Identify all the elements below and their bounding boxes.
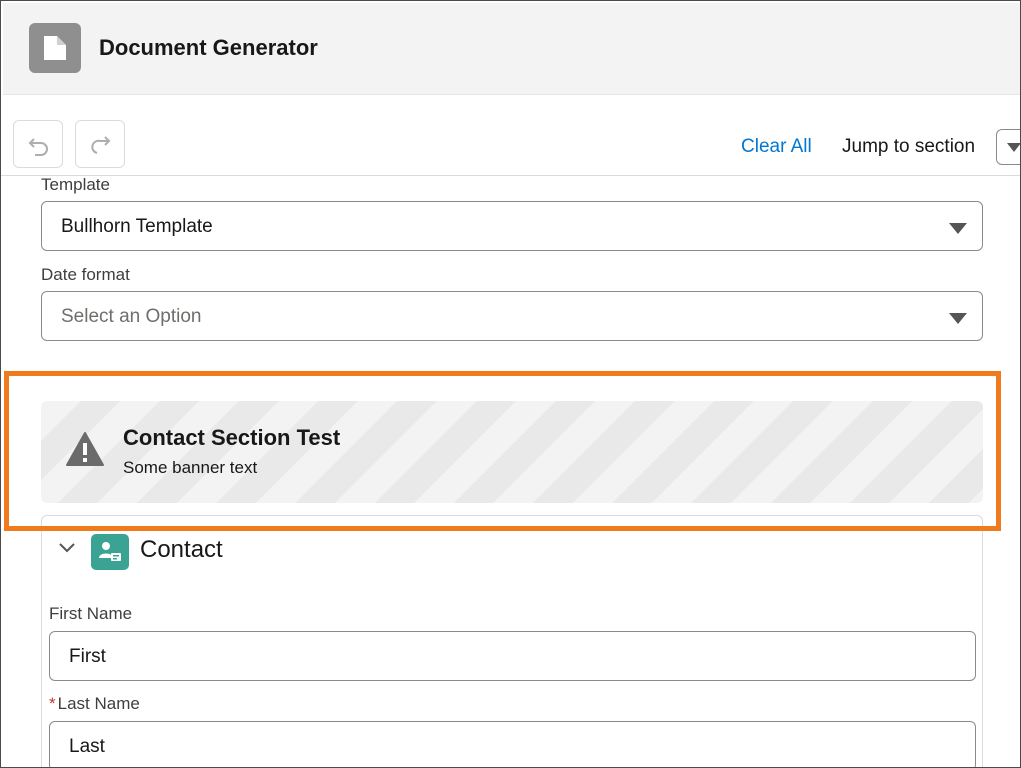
first-name-value: First <box>69 646 106 667</box>
chevron-down-icon[interactable] <box>57 538 77 558</box>
contact-section-card: Contact First Name First * Last Name Last <box>41 515 983 767</box>
jump-to-section-select[interactable] <box>996 129 1020 165</box>
date-format-select[interactable]: Select an Option <box>41 291 983 341</box>
caret-down-icon <box>1007 143 1020 152</box>
caret-down-icon <box>949 223 967 234</box>
document-icon <box>29 23 81 73</box>
date-format-label: Date format <box>41 265 130 284</box>
template-label: Template <box>41 175 110 194</box>
date-format-placeholder: Select an Option <box>61 306 202 327</box>
jump-to-section-label: Jump to section <box>842 136 976 157</box>
contact-icon <box>91 534 129 570</box>
last-name-label: Last Name <box>57 694 140 713</box>
clear-all-link[interactable]: Clear All <box>741 136 812 158</box>
undo-button[interactable] <box>13 120 63 168</box>
last-name-label-row: * Last Name <box>49 694 140 714</box>
toolbar: Clear All Jump to section <box>1 96 1020 176</box>
highlight-box <box>4 371 1001 531</box>
first-name-label: First Name <box>49 604 133 623</box>
template-select[interactable]: Bullhorn Template <box>41 201 983 251</box>
app-window: Document Generator Clear All Jump to sec… <box>0 0 1021 768</box>
redo-button[interactable] <box>75 120 125 168</box>
last-name-input[interactable]: Last <box>49 721 976 767</box>
template-value: Bullhorn Template <box>61 216 213 237</box>
caret-down-icon <box>949 313 967 324</box>
first-name-input[interactable]: First <box>49 631 976 681</box>
undo-icon <box>28 138 48 156</box>
required-marker: * <box>49 694 56 713</box>
contact-section-title: Contact <box>140 536 223 563</box>
last-name-value: Last <box>69 736 105 757</box>
redo-icon <box>91 136 111 154</box>
app-title: Document Generator <box>99 35 318 60</box>
app-header: Document Generator <box>3 3 1020 95</box>
